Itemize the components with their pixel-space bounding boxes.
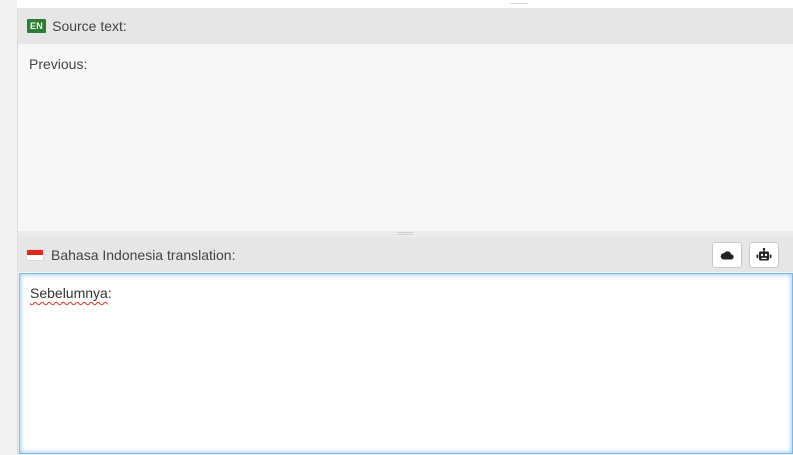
translation-input[interactable]: Sebelumnya: — [19, 273, 793, 454]
source-language-badge: EN — [27, 19, 47, 33]
source-panel: EN Source text: Previous: — [17, 8, 793, 231]
source-header-label: Source text: — [52, 18, 127, 34]
source-header: EN Source text: — [18, 8, 793, 44]
left-gutter — [0, 0, 17, 455]
translation-panel: Bahasa Indonesia translation: Sebelumnya… — [17, 237, 793, 455]
translation-text-word: Sebelumnya — [30, 285, 108, 301]
translation-header: Bahasa Indonesia translation: — [18, 237, 793, 272]
indonesia-flag-icon — [27, 249, 43, 260]
translation-header-label: Bahasa Indonesia translation: — [51, 246, 236, 263]
translation-text-punct: : — [107, 285, 112, 301]
top-resize-area — [17, 0, 793, 8]
machine-translation-button[interactable] — [712, 242, 742, 268]
robot-icon — [756, 248, 772, 261]
top-resize-grip[interactable] — [510, 3, 528, 6]
source-text: Previous: — [18, 44, 793, 231]
source-text-content: Previous: — [29, 56, 88, 72]
translation-workspace: EN Source text: Previous: Bahasa Indones… — [0, 0, 793, 455]
cloud-icon — [720, 251, 734, 260]
splitter-grip-icon[interactable] — [397, 232, 413, 235]
ai-suggestion-button[interactable] — [749, 242, 779, 268]
translation-actions — [712, 242, 779, 268]
